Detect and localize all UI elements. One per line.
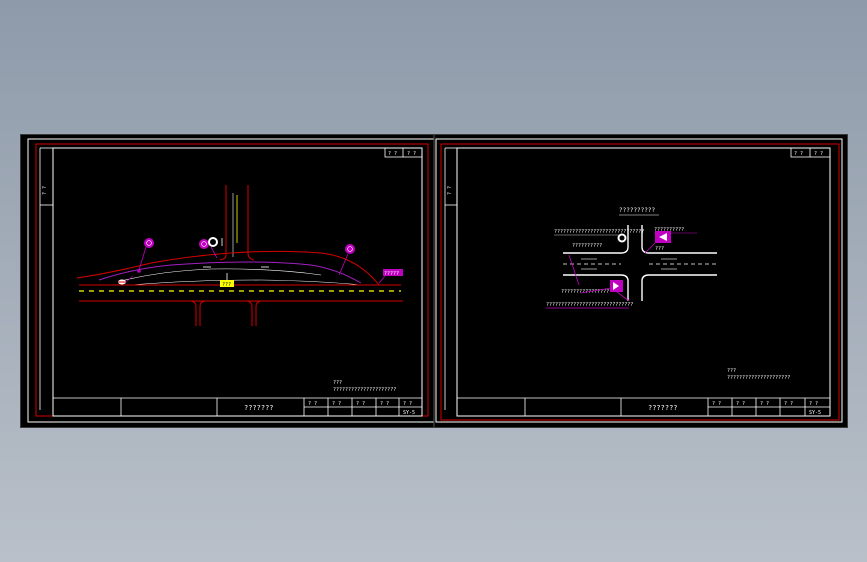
- warning-sign-icon: [199, 239, 209, 249]
- right-tb-cell: ? ?: [784, 401, 793, 407]
- right-note-line-1: ???: [727, 368, 736, 374]
- right-signs: [610, 231, 671, 302]
- annotation-6: ???: [655, 246, 664, 252]
- left-road-plan: [76, 185, 403, 326]
- cad-viewport[interactable]: ? ? ? ? ? ? ?????? ? ? ? ? ? ? ? ? ? ? ? …: [20, 134, 848, 428]
- left-tb-cell: ? ?: [403, 401, 412, 407]
- speed-sign-icon-right: [345, 244, 355, 254]
- annotation-4: ?????????????????????????????: [546, 302, 633, 308]
- annotation-2: ??????????: [572, 243, 602, 249]
- left-note-line-1: ???: [333, 380, 342, 386]
- left-note-line-2: ?????????????????????: [333, 387, 396, 393]
- right-tb-cell: ? ?: [736, 401, 745, 407]
- right-side-label: ? ?: [447, 186, 453, 195]
- left-drawing-number: SY-5: [403, 410, 415, 416]
- center-post-label: ???: [222, 282, 231, 288]
- right-sheet: ? ? ? ? ? ? ??????? ? ? ? ? ? ? ? ? ? ? …: [435, 138, 843, 423]
- right-note-line-2: ?????????????????????: [727, 375, 790, 381]
- right-tb-cell: ? ?: [760, 401, 769, 407]
- speed-limit-sign-icon: [144, 238, 154, 248]
- right-tb-cell: ? ?: [809, 401, 818, 407]
- right-tb-cell: ? ?: [712, 401, 721, 407]
- left-tb-cell: ? ?: [356, 401, 365, 407]
- right-sheet-number: ? ?: [794, 151, 803, 157]
- left-title: ???????: [244, 404, 274, 412]
- right-title: ???????: [648, 404, 678, 412]
- annotation-1: ??????????????????????????????: [554, 229, 644, 235]
- left-tb-cell: ? ?: [332, 401, 341, 407]
- right-heading: ??????????: [619, 207, 656, 214]
- left-side-label: ? ?: [42, 186, 48, 195]
- left-sheet: ? ? ? ? ? ? ??????? ? ? ? ? ? ? ? ? ? ? …: [27, 138, 435, 423]
- right-drawing-number: SY-5: [809, 410, 821, 416]
- left-sheet-number: ? ?: [388, 151, 397, 157]
- left-sheet-total: ? ?: [407, 151, 416, 157]
- direction-sign-label: ?????: [384, 271, 399, 277]
- right-sheet-total: ? ?: [814, 151, 823, 157]
- left-tb-cell: ? ?: [380, 401, 389, 407]
- left-sheet-drawing-frame: [52, 147, 423, 417]
- left-tb-cell: ? ?: [308, 401, 317, 407]
